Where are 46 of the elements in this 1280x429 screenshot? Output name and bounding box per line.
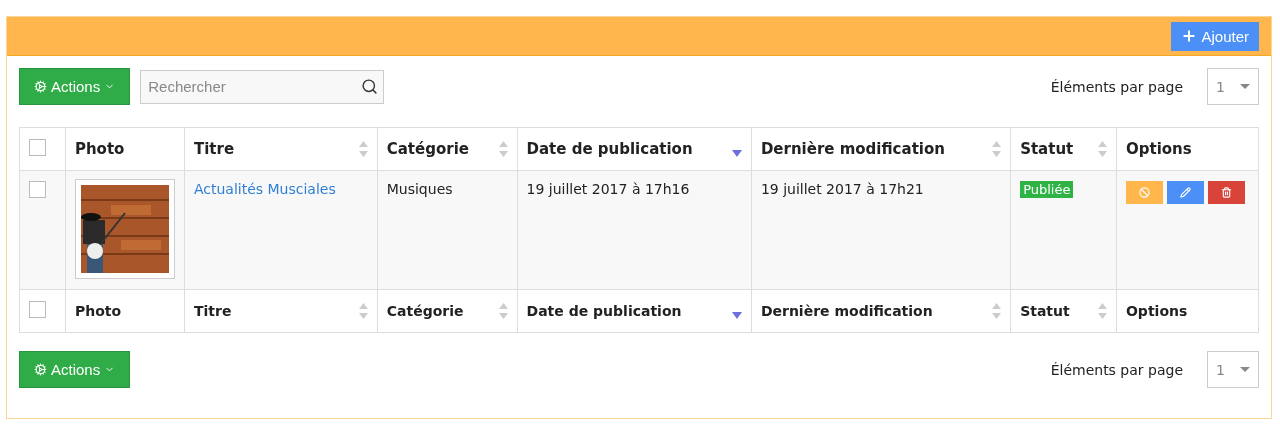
column-header: Photo xyxy=(65,289,185,333)
checkbox[interactable] xyxy=(29,138,46,156)
per-page-select[interactable]: 1 xyxy=(1207,351,1259,388)
per-page-label: Éléments par page xyxy=(1050,361,1183,378)
checkbox[interactable] xyxy=(29,301,46,318)
delete-button[interactable] xyxy=(1207,181,1245,204)
sort-icon xyxy=(498,303,508,319)
column-header[interactable]: Titre xyxy=(184,127,378,171)
sort-icon xyxy=(358,303,368,319)
sort-icon xyxy=(498,141,508,157)
column-header[interactable]: Catégorie xyxy=(377,289,518,333)
column-header[interactable]: Titre xyxy=(184,289,378,333)
disable-button[interactable] xyxy=(1125,181,1163,204)
table-cell: 19 juillet 2017 à 17h21 xyxy=(760,181,924,197)
status-badge: Publiée xyxy=(1020,181,1074,198)
sort-icon xyxy=(358,141,368,157)
column-header[interactable]: Date de publication xyxy=(517,127,752,171)
column-header[interactable]: Statut xyxy=(1010,127,1117,171)
search-icon[interactable] xyxy=(361,77,379,95)
table-cell: Musiques xyxy=(386,181,453,197)
caret-icon xyxy=(1240,84,1250,89)
ban-icon xyxy=(1138,187,1150,198)
column-header: Options xyxy=(1116,127,1259,171)
column-header[interactable]: Catégorie xyxy=(377,127,518,171)
sort-icon xyxy=(1097,303,1107,319)
trash-icon xyxy=(1220,187,1232,198)
pencil-icon xyxy=(1179,187,1191,198)
caret-icon xyxy=(1240,367,1250,372)
column-header: Options xyxy=(1116,289,1259,333)
column-header: Photo xyxy=(65,127,185,171)
table-cell: 19 juillet 2017 à 17h16 xyxy=(526,181,690,197)
title-link[interactable]: Actualités Musciales xyxy=(193,181,336,197)
checkbox[interactable] xyxy=(29,181,46,198)
sort-icon xyxy=(1097,141,1107,157)
sort-descending-icon xyxy=(731,311,742,319)
column-header[interactable]: Dernière modification xyxy=(751,289,1011,333)
column-header[interactable]: Statut xyxy=(1010,289,1117,333)
column-header[interactable]: Dernière modification xyxy=(751,127,1011,171)
edit-button[interactable] xyxy=(1166,181,1204,204)
sort-icon xyxy=(992,141,1002,157)
per-page-select[interactable]: 1 xyxy=(1207,68,1259,105)
search-field[interactable]: Rechercher xyxy=(140,69,385,104)
sort-descending-icon xyxy=(731,149,742,157)
sort-icon xyxy=(992,303,1002,319)
per-page-label: Éléments par page xyxy=(1050,78,1183,95)
column-header[interactable]: Date de publication xyxy=(517,289,752,333)
